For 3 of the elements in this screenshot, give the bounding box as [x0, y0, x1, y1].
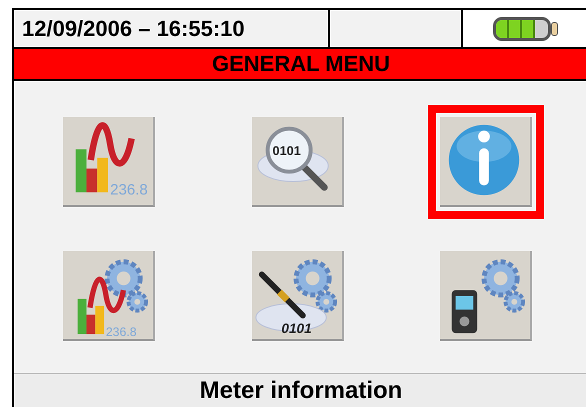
menu-title: GENERAL MENU	[14, 49, 586, 81]
status-text: Meter information	[14, 373, 586, 407]
menu-tile[interactable]	[428, 105, 544, 219]
